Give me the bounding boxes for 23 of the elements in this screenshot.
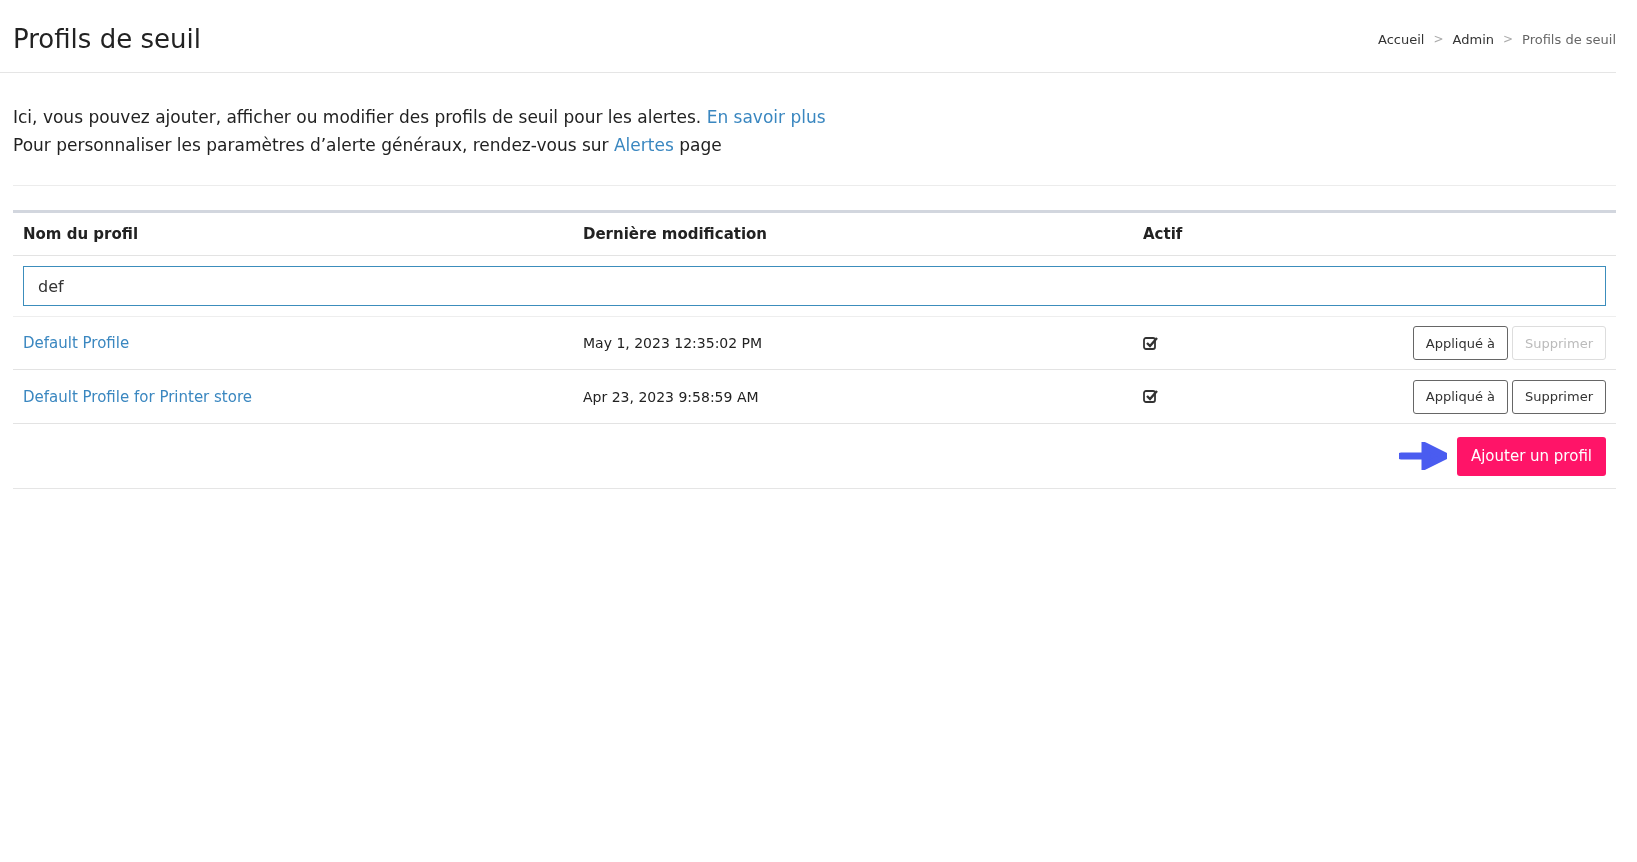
add-profile-button[interactable]: Ajouter un profil [1456,436,1606,476]
column-header: Actif [1143,225,1184,243]
arrow-icon [1398,442,1447,470]
column-header: Nom du profil [23,225,140,243]
applied-to-button[interactable]: Appliqué à [1412,326,1509,360]
filter-field[interactable]: def [23,266,1606,306]
intro-text: Ici, vous pouvez ajouter, afficher ou modifier des profils de seuil pour les alertes. En savoir plus [13,106,827,129]
breadcrumb-link[interactable]: Admin [1452,31,1494,47]
breadcrumb-link[interactable]: Accueil [1378,31,1425,47]
breadcrumb-link[interactable]: Profils de seuil [1522,31,1616,47]
table-cell: Apr 23, 2023 9:58:59 AM [583,388,759,405]
applied-to-button[interactable]: Appliqué à [1412,379,1509,414]
breadcrumb-separator: > [1433,32,1444,46]
breadcrumb-separator: > [1503,32,1514,46]
page-title: Profils de seuil [13,24,201,54]
text-link[interactable]: Alertes [614,135,674,155]
text-link[interactable]: En savoir plus [706,107,826,127]
profile-link[interactable]: Default Profile [23,334,130,352]
intro-text: Pour personnaliser les paramètres d’alerte généraux, rendez-vous sur Alertes page [13,134,723,157]
column-header: Dernière modification [583,225,769,243]
table-cell: May 1, 2023 12:35:02 PM [583,335,763,351]
profile-link[interactable]: Default Profile for Printer store [23,387,252,406]
delete-button[interactable]: Supprimer [1512,379,1606,414]
